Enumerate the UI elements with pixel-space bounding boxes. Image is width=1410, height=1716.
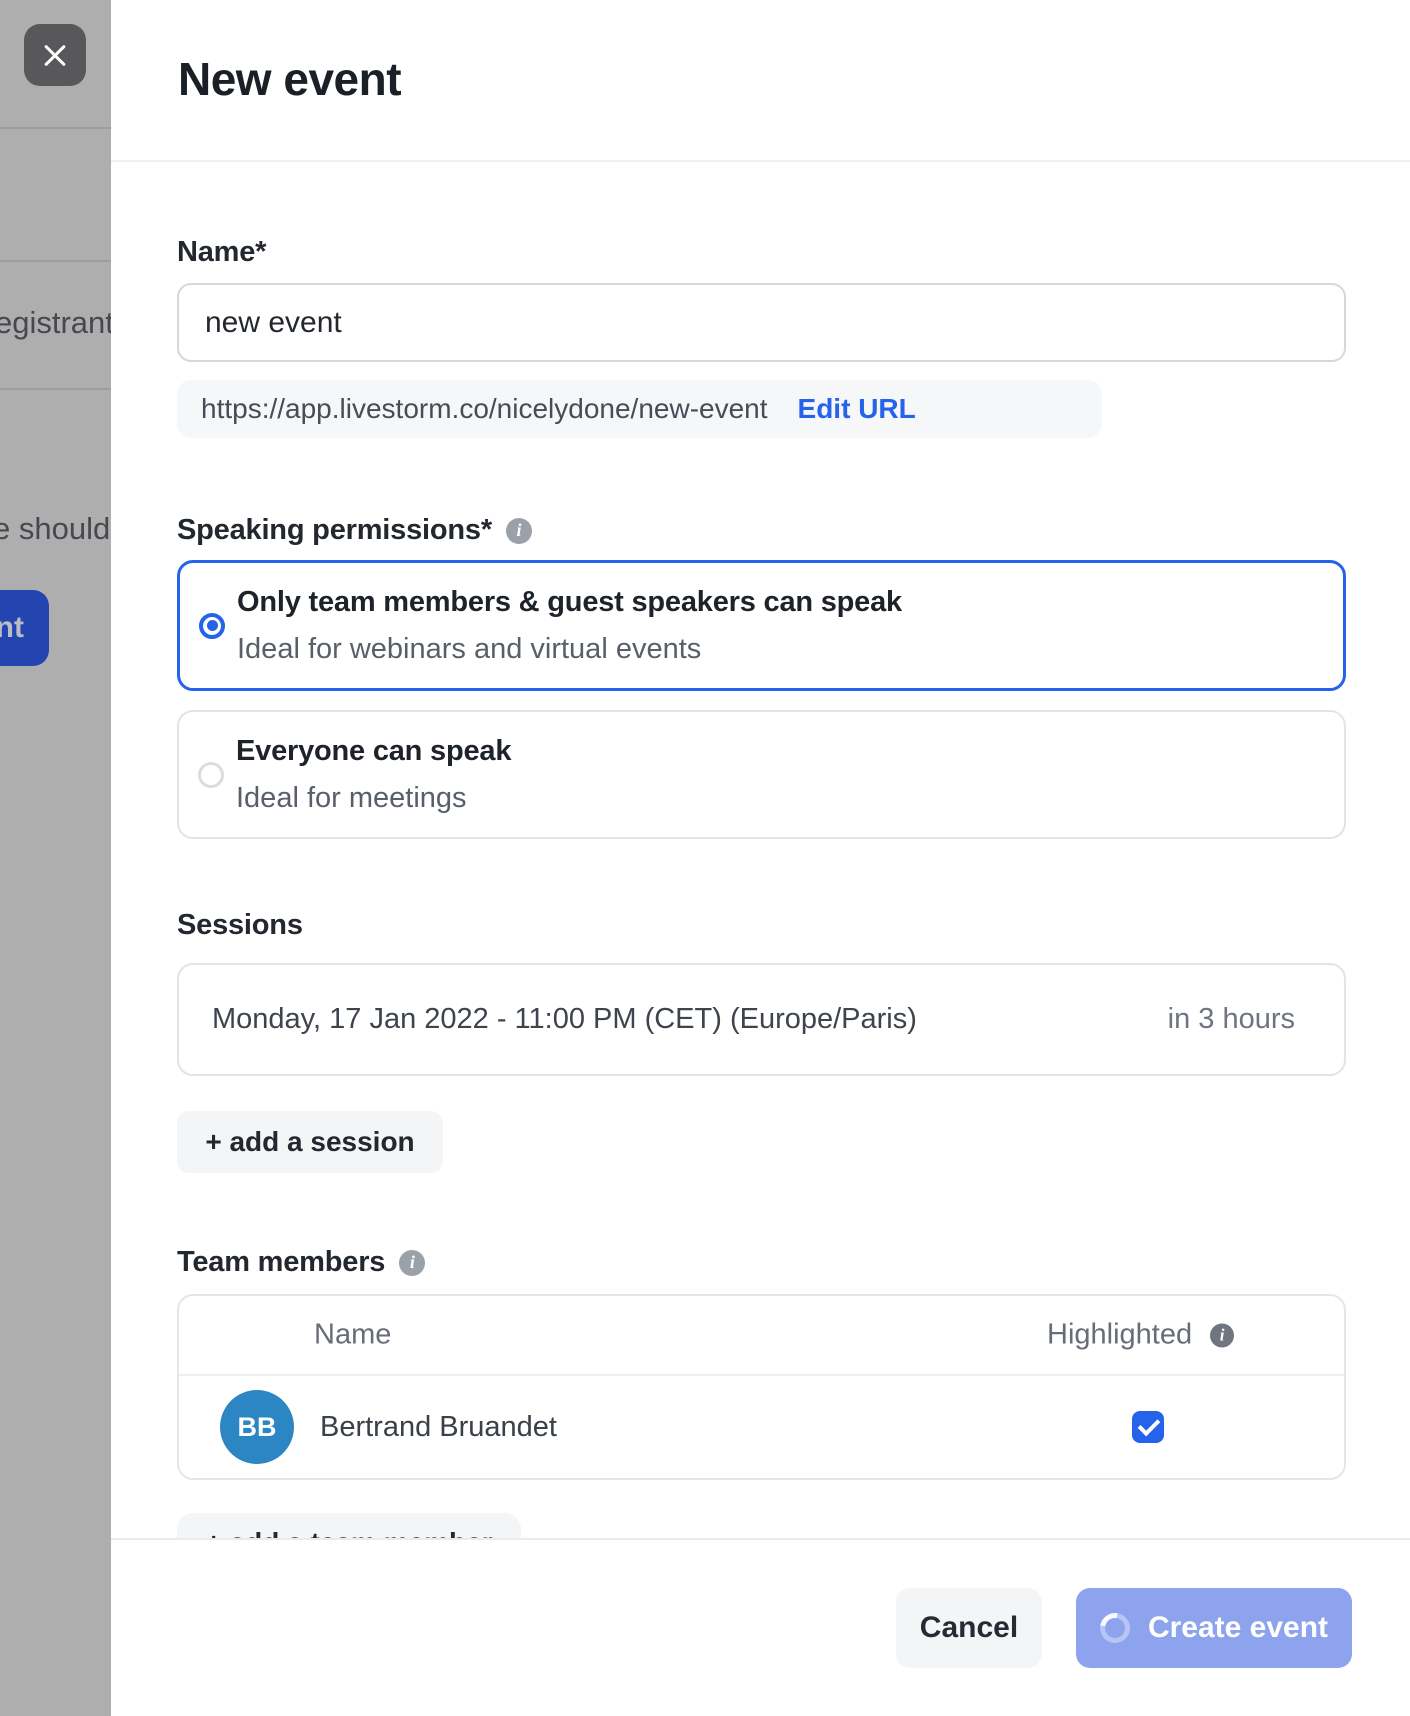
new-event-panel: New event Name* https://app.livestorm.co… <box>111 0 1410 1716</box>
table-header: Name Highlighted i <box>179 1296 1344 1374</box>
session-starts-in: in 3 hours <box>1168 1003 1295 1036</box>
header-divider <box>111 160 1410 162</box>
backdrop-text-fragment: egistrant <box>0 305 111 341</box>
backdrop-button-text-fragment: nt <box>0 611 24 645</box>
team-members-label: Team members i <box>177 1246 425 1279</box>
team-members-label-text: Team members <box>177 1246 385 1279</box>
event-url: https://app.livestorm.co/nicelydone/new-… <box>201 393 768 425</box>
info-icon-glyph: i <box>517 520 522 541</box>
close-icon <box>42 42 68 68</box>
event-name-input[interactable] <box>177 283 1346 362</box>
close-button[interactable] <box>24 24 86 86</box>
name-label: Name* <box>177 236 266 269</box>
backdrop-divider <box>0 388 111 390</box>
footer: Cancel Create event <box>111 1538 1410 1716</box>
loading-spinner-icon <box>1094 1607 1136 1649</box>
create-event-label: Create event <box>1148 1611 1328 1645</box>
column-header-highlighted-text: Highlighted <box>1047 1319 1192 1352</box>
session-datetime: Monday, 17 Jan 2022 - 11:00 PM (CET) (Eu… <box>212 1003 917 1036</box>
sessions-label: Sessions <box>177 909 303 942</box>
highlighted-checkbox[interactable] <box>1132 1411 1164 1443</box>
speaking-permissions-label: Speaking permissions* i <box>177 514 532 547</box>
option-subtitle: Ideal for webinars and virtual events <box>237 633 902 666</box>
info-icon[interactable]: i <box>1210 1323 1234 1347</box>
avatar: BB <box>220 1390 294 1464</box>
member-name: Bertrand Bruandet <box>320 1411 557 1444</box>
event-url-bar: https://app.livestorm.co/nicelydone/new-… <box>177 380 1102 438</box>
column-header-highlighted: Highlighted i <box>1047 1319 1234 1352</box>
backdrop-divider <box>0 127 111 129</box>
cancel-button[interactable]: Cancel <box>896 1588 1042 1668</box>
backdrop-clipped-button: nt <box>0 590 49 666</box>
backdrop-text-fragment: e should <box>0 511 110 547</box>
edit-url-link[interactable]: Edit URL <box>798 393 916 425</box>
dimmed-backdrop: egistrant e should nt <box>0 0 111 1716</box>
speaking-permissions-label-text: Speaking permissions* <box>177 514 492 547</box>
add-session-button[interactable]: + add a session <box>177 1111 443 1173</box>
team-members-table: Name Highlighted i BB Bertrand Bruandet <box>177 1294 1346 1480</box>
info-icon[interactable]: i <box>506 518 532 544</box>
speaking-option-team-only[interactable]: Only team members & guest speakers can s… <box>177 560 1346 691</box>
screen: egistrant e should nt New event Name* ht… <box>0 0 1410 1716</box>
info-icon[interactable]: i <box>399 1250 425 1276</box>
option-title: Only team members & guest speakers can s… <box>237 586 902 619</box>
info-icon-glyph: i <box>1220 1325 1225 1345</box>
speaking-option-everyone[interactable]: Everyone can speak Ideal for meetings <box>177 710 1346 839</box>
option-subtitle: Ideal for meetings <box>236 782 511 815</box>
radio-selected-icon[interactable] <box>199 613 225 639</box>
info-icon-glyph: i <box>410 1252 415 1273</box>
radio-unselected-icon[interactable] <box>198 762 224 788</box>
column-header-name: Name <box>314 1319 391 1352</box>
table-row: BB Bertrand Bruandet <box>179 1376 1344 1478</box>
option-title: Everyone can speak <box>236 735 511 768</box>
backdrop-divider <box>0 260 111 262</box>
create-event-button[interactable]: Create event <box>1076 1588 1352 1668</box>
session-row[interactable]: Monday, 17 Jan 2022 - 11:00 PM (CET) (Eu… <box>177 963 1346 1076</box>
page-title: New event <box>178 52 401 106</box>
